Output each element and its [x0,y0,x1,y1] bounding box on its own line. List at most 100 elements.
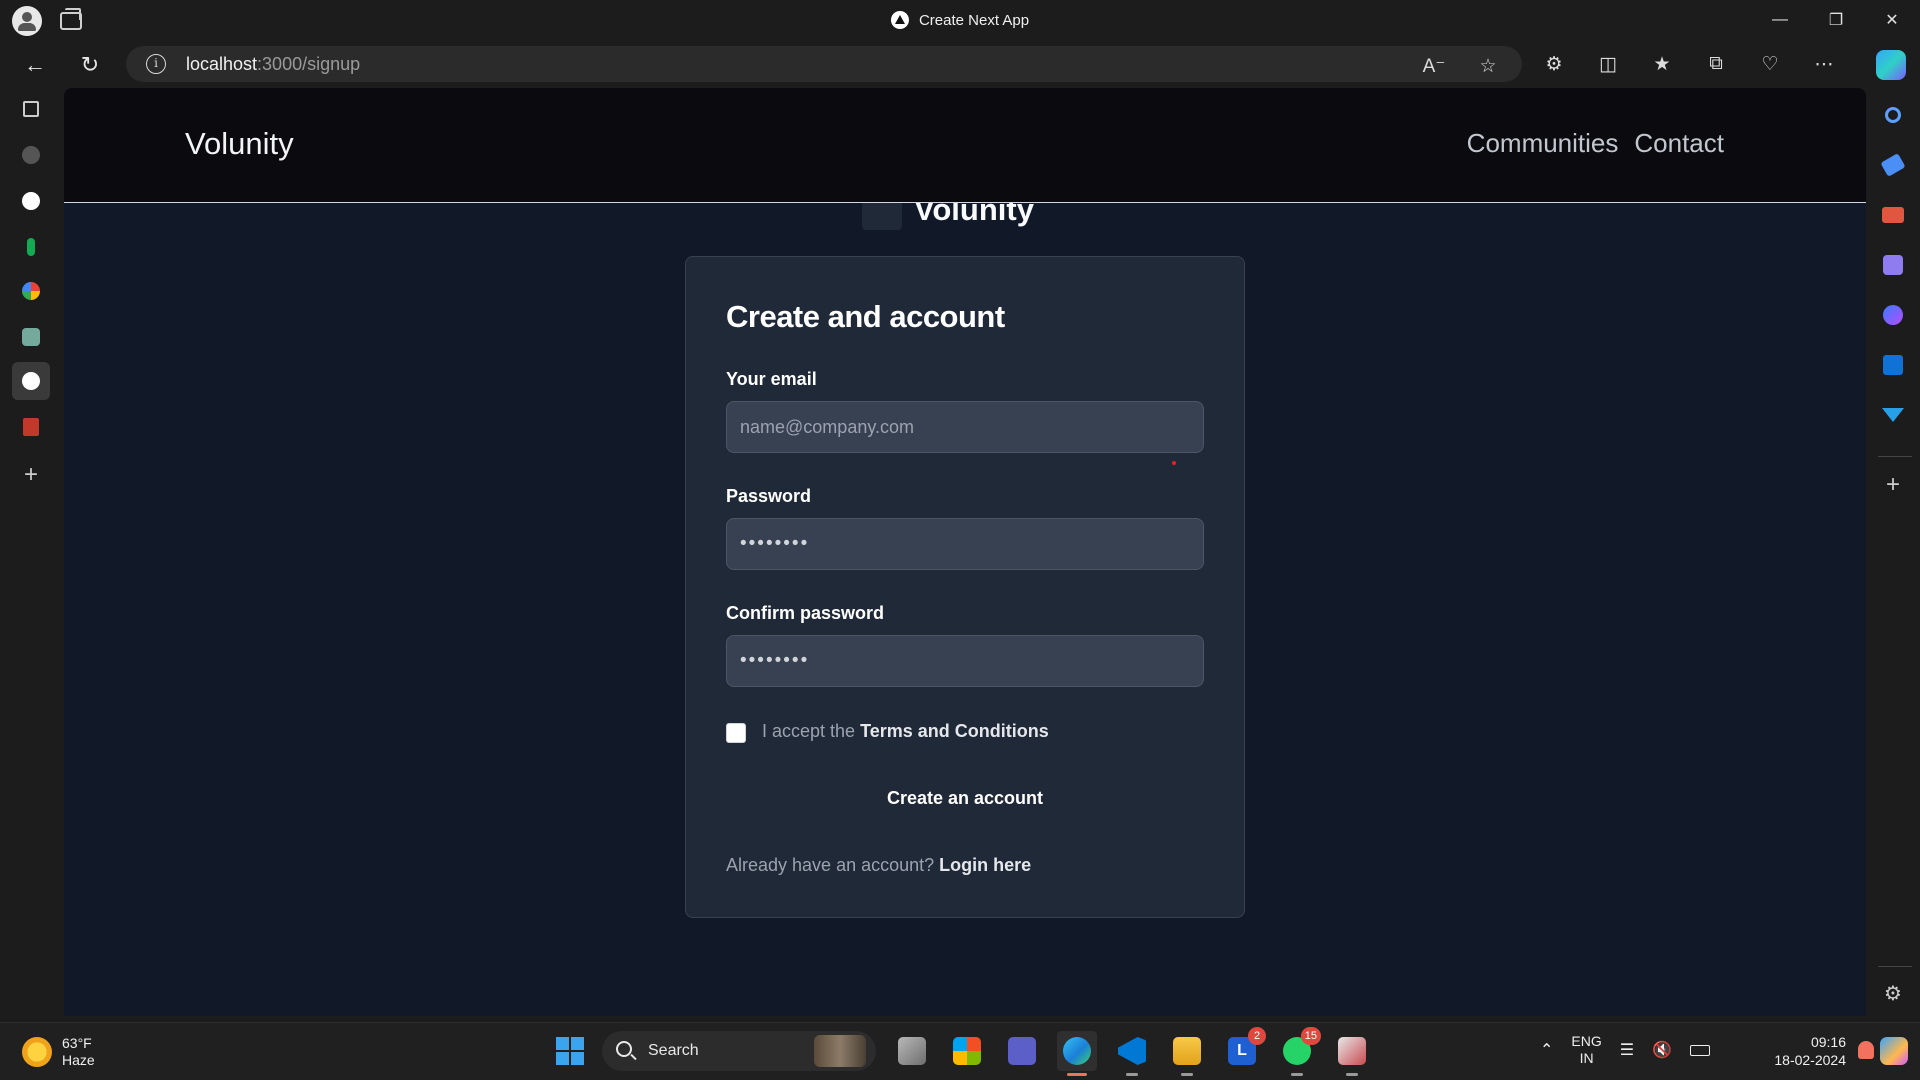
window-controls: — ❐ ✕ [1752,0,1920,40]
password-field[interactable]: •••••••• [726,518,1204,570]
taskbar-apps: L2 15 [892,1027,1372,1076]
restore-button[interactable]: ❐ [1808,0,1864,40]
workspaces-icon[interactable] [60,8,82,30]
title-bar-left [12,6,82,36]
copilot-taskbar-icon[interactable] [1880,1037,1908,1065]
terms-checkbox[interactable] [726,723,746,743]
tab-pdf-icon[interactable] [12,408,50,446]
address-url[interactable]: localhost:3000/signup [186,54,360,75]
clock-time: 09:16 [1810,1034,1846,1050]
shopping-tag-icon[interactable] [1878,150,1908,180]
weather-text: 63°F Haze [62,1035,95,1069]
weather-haze-icon [22,1037,52,1067]
l-app-badge: 2 [1248,1027,1266,1045]
cursor-marker [1172,461,1176,465]
windows-taskbar: 63°F Haze Search L2 15 ⌃ ENG IN ☰ 🔇 09:1… [0,1022,1920,1080]
address-bar[interactable]: i localhost:3000/signup A⁻ ☆ [126,46,1522,82]
weather-widget[interactable]: 63°F Haze [22,1035,95,1069]
sidebar-divider-bottom [1878,966,1912,967]
tab-nextjs-1-icon[interactable] [12,136,50,174]
file-explorer-icon[interactable] [1167,1031,1207,1076]
whatsapp-badge: 15 [1300,1027,1321,1045]
battery-icon[interactable] [1690,1044,1711,1056]
copilot-icon[interactable] [1876,50,1906,80]
tab-mongodb-icon[interactable] [12,228,50,266]
show-hidden-icons-chevron-icon[interactable]: ⌃ [1540,1040,1553,1060]
tab-google-icon[interactable] [12,272,50,310]
task-view-icon[interactable] [892,1031,932,1071]
login-link[interactable]: Login here [939,855,1031,875]
new-tab-plus-icon[interactable]: + [12,456,50,494]
split-screen-icon[interactable]: ◫ [1594,50,1622,78]
search-highlight-image [814,1035,866,1067]
nav-link-contact[interactable]: Contact [1634,128,1724,159]
search-label: Search [648,1042,699,1059]
confirm-password-field[interactable]: •••••••• [726,635,1204,687]
snipping-tool-icon[interactable] [1332,1031,1372,1076]
whatsapp-icon[interactable]: 15 [1277,1027,1321,1076]
outlook-icon[interactable] [1878,350,1908,380]
sidebar-search-icon[interactable] [1878,100,1908,130]
minimize-button[interactable]: — [1752,0,1808,40]
window-title: Create Next App [890,11,1029,29]
browser-title-bar: Create Next App — ❐ ✕ [0,0,1920,40]
terms-link[interactable]: Terms and Conditions [860,721,1049,741]
address-bar-actions: A⁻ ☆ [1420,52,1502,80]
region-code: IN [1579,1050,1594,1066]
site-brand[interactable]: Volunity [185,126,294,162]
profile-avatar-icon[interactable] [12,6,42,36]
collections-icon[interactable]: ⧉ [1702,50,1730,78]
favorites-icon[interactable]: ★ [1648,50,1676,78]
notification-bell-icon[interactable] [1858,1041,1874,1059]
clock[interactable]: 09:16 18-02-2024 [1774,1033,1846,1069]
login-prompt: Already have an account? Login here [726,855,1031,876]
email-field[interactable]: name@company.com [726,401,1204,453]
vertical-tabs-sidebar: + [0,88,62,1018]
signup-card: Create and account Your email name@compa… [685,256,1245,918]
games-icon[interactable] [1878,250,1908,280]
teams-icon[interactable] [1002,1031,1042,1071]
edge-running-indicator [1067,1073,1087,1076]
site-info-icon[interactable]: i [146,54,166,74]
weather-temp: 63°F [62,1035,92,1051]
microsoft-store-icon[interactable] [947,1031,987,1071]
tools-briefcase-icon[interactable] [1878,200,1908,230]
login-prompt-text: Already have an account? [726,855,935,875]
input-language[interactable]: ENG IN [1571,1033,1601,1067]
read-aloud-icon[interactable]: A⁻ [1420,52,1448,80]
edge-sidebar: + ⚙ [1866,88,1920,1018]
tab-chatgpt-icon[interactable] [12,318,50,356]
l-app-icon[interactable]: L2 [1222,1027,1266,1071]
terms-prefix: I accept the [762,721,856,741]
nav-link-communities[interactable]: Communities [1467,128,1619,159]
site-nav-links: Communities Contact [1467,128,1724,159]
tab-actions-icon[interactable] [12,90,50,128]
microsoft-365-icon[interactable] [1878,300,1908,330]
signup-title: Create and account [726,299,1005,334]
sidebar-add-icon[interactable]: + [1878,470,1908,500]
taskbar-search[interactable]: Search [602,1031,876,1071]
windows-start-icon[interactable] [556,1037,584,1065]
create-account-button[interactable]: Create an account [726,769,1204,827]
toolbar-actions: ⚙ ◫ ★ ⧉ ♡ ⋯ [1540,50,1838,78]
vscode-icon[interactable] [1112,1031,1152,1076]
sidebar-settings-gear-icon[interactable]: ⚙ [1878,978,1908,1008]
terms-text: I accept the Terms and Conditions [762,721,1049,742]
site-navbar: Volunity Communities Contact [64,88,1866,203]
more-menu-icon[interactable]: ⋯ [1810,50,1838,78]
wifi-icon[interactable]: ☰ [1620,1040,1634,1060]
tab-active-nextjs-icon[interactable] [12,362,50,400]
edge-browser-icon[interactable] [1057,1031,1097,1076]
extensions-icon[interactable]: ⚙ [1540,50,1568,78]
lang-code: ENG [1571,1033,1602,1049]
drop-send-icon[interactable] [1878,400,1908,430]
volume-muted-icon[interactable]: 🔇 [1652,1040,1672,1060]
back-button[interactable]: ← [20,50,50,80]
close-window-button[interactable]: ✕ [1864,0,1920,40]
tab-nextjs-2-icon[interactable] [12,182,50,220]
browser-toolbar: ← ↻ i localhost:3000/signup A⁻ ☆ ⚙ ◫ ★ ⧉… [0,40,1920,88]
refresh-button[interactable]: ↻ [75,50,105,80]
favorite-star-icon[interactable]: ☆ [1474,52,1502,80]
nextjs-favicon-icon [890,11,909,29]
browser-essentials-icon[interactable]: ♡ [1756,50,1784,78]
